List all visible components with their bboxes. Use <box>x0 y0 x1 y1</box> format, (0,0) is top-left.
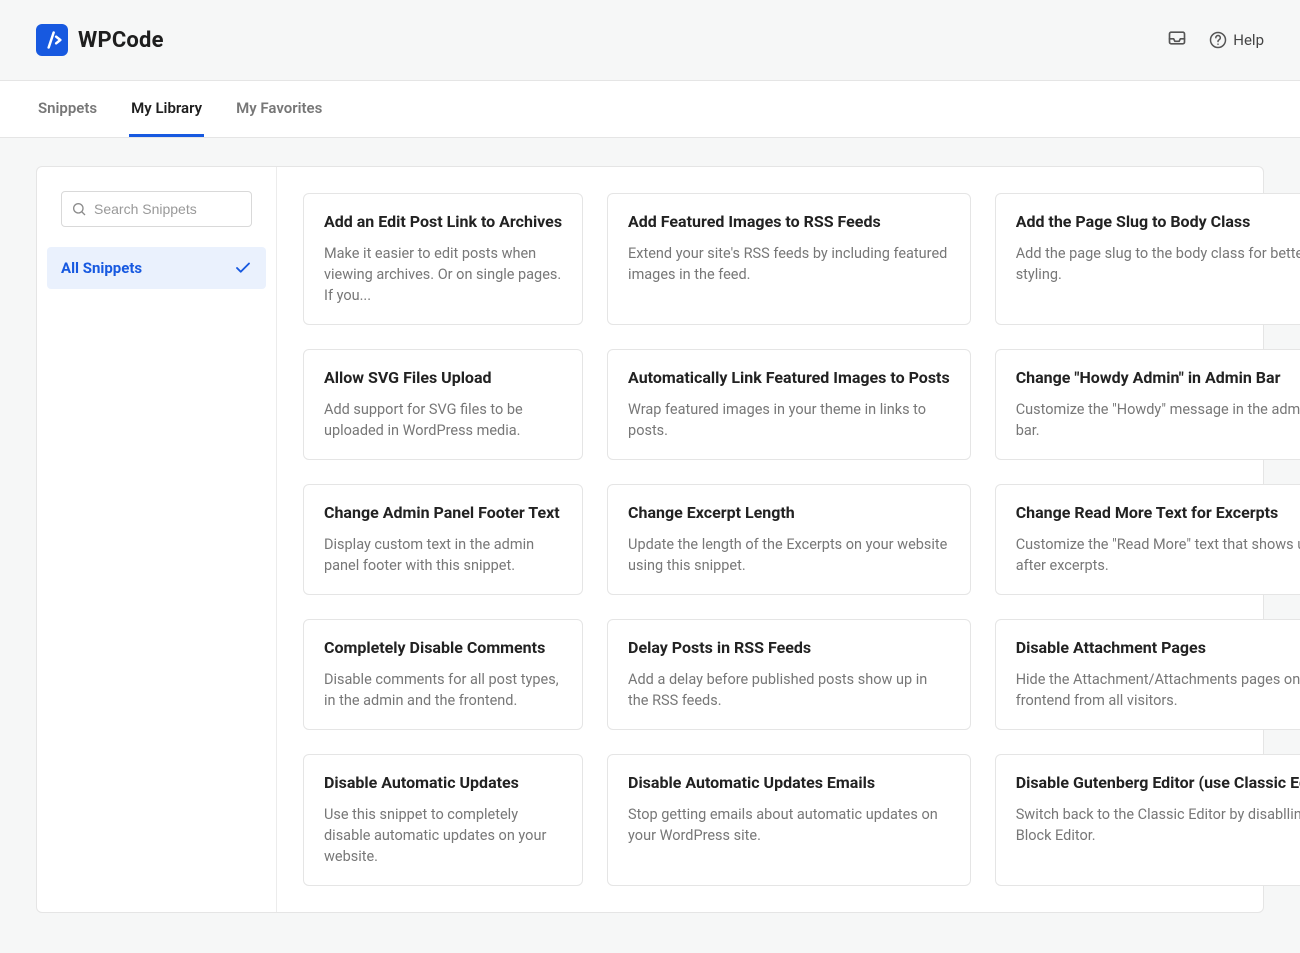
snippet-card-title: Disable Gutenberg Editor (use Classic Ed… <box>1016 773 1300 792</box>
tab-my-library[interactable]: My Library <box>129 81 204 137</box>
snippet-card[interactable]: Change Read More Text for Excerpts Custom… <box>995 484 1300 595</box>
snippet-card-title: Disable Automatic Updates Emails <box>628 773 950 792</box>
snippet-card-desc: Switch back to the Classic Editor by dis… <box>1016 804 1300 846</box>
tab-bar: Snippets My Library My Favorites <box>0 80 1300 138</box>
snippet-card-desc: Hide the Attachment/Attachments pages on… <box>1016 669 1300 711</box>
snippet-card-title: Disable Automatic Updates <box>324 773 562 792</box>
snippet-card-title: Completely Disable Comments <box>324 638 562 657</box>
main-panel: All Snippets Add an Edit Post Link to Ar… <box>36 166 1264 913</box>
snippet-card-title: Add Featured Images to RSS Feeds <box>628 212 950 231</box>
snippet-card-desc: Update the length of the Excerpts on you… <box>628 534 950 576</box>
snippet-card[interactable]: Disable Automatic Updates Use this snippe… <box>303 754 583 886</box>
snippet-card-desc: Add support for SVG files to be uploaded… <box>324 399 562 441</box>
snippet-card-title: Delay Posts in RSS Feeds <box>628 638 950 657</box>
brand-icon <box>36 24 68 56</box>
header-actions: Help <box>1167 28 1264 52</box>
snippet-card[interactable]: Disable Automatic Updates Emails Stop get… <box>607 754 971 886</box>
snippet-card[interactable]: Completely Disable Comments Disable comme… <box>303 619 583 730</box>
help-label: Help <box>1233 31 1264 49</box>
snippet-card-desc: Disable comments for all post types, in … <box>324 669 562 711</box>
search-input[interactable] <box>61 191 252 227</box>
brand-block: WPCode <box>36 24 164 56</box>
snippet-card-title: Change "Howdy Admin" in Admin Bar <box>1016 368 1300 387</box>
snippet-card[interactable]: Disable Attachment Pages Hide the Attachm… <box>995 619 1300 730</box>
snippet-card-desc: Customize the "Howdy" message in the adm… <box>1016 399 1300 441</box>
tab-snippets[interactable]: Snippets <box>36 81 99 137</box>
snippet-card-desc: Customize the "Read More" text that show… <box>1016 534 1300 576</box>
search-icon <box>71 201 87 217</box>
snippet-card[interactable]: Allow SVG Files Upload Add support for SV… <box>303 349 583 460</box>
snippet-card-desc: Add the page slug to the body class for … <box>1016 243 1300 285</box>
snippet-card[interactable]: Change Excerpt Length Update the length o… <box>607 484 971 595</box>
snippet-card-desc: Stop getting emails about automatic upda… <box>628 804 950 846</box>
sidebar-item-label: All Snippets <box>61 259 142 277</box>
snippet-card[interactable]: Add the Page Slug to Body Class Add the p… <box>995 193 1300 325</box>
snippet-card-title: Change Admin Panel Footer Text <box>324 503 562 522</box>
snippet-card-desc: Wrap featured images in your theme in li… <box>628 399 950 441</box>
help-icon <box>1209 31 1227 49</box>
snippet-card[interactable]: Disable Gutenberg Editor (use Classic Ed… <box>995 754 1300 886</box>
search-box <box>61 191 252 227</box>
snippet-card[interactable]: Add Featured Images to RSS Feeds Extend y… <box>607 193 971 325</box>
snippet-card-title: Automatically Link Featured Images to Po… <box>628 368 950 387</box>
snippet-card-title: Change Read More Text for Excerpts <box>1016 503 1300 522</box>
content-area: Add an Edit Post Link to Archives Make it… <box>277 167 1300 912</box>
snippet-card[interactable]: Delay Posts in RSS Feeds Add a delay befo… <box>607 619 971 730</box>
inbox-icon[interactable] <box>1167 28 1187 52</box>
snippet-card-title: Disable Attachment Pages <box>1016 638 1300 657</box>
tab-my-favorites[interactable]: My Favorites <box>234 81 324 137</box>
main-wrapper: All Snippets Add an Edit Post Link to Ar… <box>0 138 1300 953</box>
snippet-card-desc: Add a delay before published posts show … <box>628 669 950 711</box>
sidebar-item-all-snippets[interactable]: All Snippets <box>47 247 266 289</box>
snippet-card[interactable]: Automatically Link Featured Images to Po… <box>607 349 971 460</box>
snippet-card-desc: Make it easier to edit posts when viewin… <box>324 243 562 306</box>
snippet-card-title: Change Excerpt Length <box>628 503 950 522</box>
snippet-card-desc: Display custom text in the admin panel f… <box>324 534 562 576</box>
snippet-card-title: Add the Page Slug to Body Class <box>1016 212 1300 231</box>
top-header: WPCode Help <box>0 0 1300 80</box>
check-icon <box>234 259 252 277</box>
snippet-card[interactable]: Change "Howdy Admin" in Admin Bar Customi… <box>995 349 1300 460</box>
snippet-card[interactable]: Change Admin Panel Footer Text Display cu… <box>303 484 583 595</box>
snippet-card-desc: Extend your site's RSS feeds by includin… <box>628 243 950 285</box>
snippet-card-title: Add an Edit Post Link to Archives <box>324 212 562 231</box>
snippet-card[interactable]: Add an Edit Post Link to Archives Make it… <box>303 193 583 325</box>
sidebar: All Snippets <box>37 167 277 912</box>
brand-name: WPCode <box>78 28 164 53</box>
snippet-card-title: Allow SVG Files Upload <box>324 368 562 387</box>
help-button[interactable]: Help <box>1209 31 1264 49</box>
snippet-grid: Add an Edit Post Link to Archives Make it… <box>303 193 1300 886</box>
snippet-card-desc: Use this snippet to completely disable a… <box>324 804 562 867</box>
